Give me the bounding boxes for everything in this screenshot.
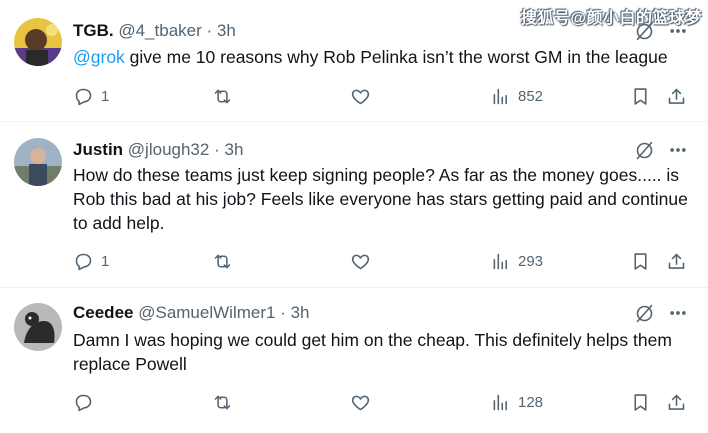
views-button[interactable]: 852 <box>490 84 543 108</box>
timestamp[interactable]: 3h <box>224 140 243 159</box>
post-top-icons <box>634 139 655 161</box>
more-icon <box>670 311 686 315</box>
post-header: Ceedee @SamuelWilmer1 · 3h <box>73 302 310 324</box>
action-bar: 1 852 <box>0 84 708 108</box>
avatar[interactable] <box>14 303 62 351</box>
timestamp[interactable]: 3h <box>217 21 236 40</box>
bookmark-button[interactable] <box>630 249 651 273</box>
reply-count: 1 <box>101 87 110 105</box>
more-icon <box>670 148 686 152</box>
views-count: 852 <box>518 87 544 105</box>
repost-icon <box>214 395 231 409</box>
share-icon <box>668 253 685 269</box>
reply-button[interactable]: 1 <box>73 249 109 273</box>
more-button[interactable] <box>668 302 688 324</box>
avatar[interactable] <box>14 138 62 186</box>
post-top-icons <box>634 20 655 42</box>
grok-icon[interactable] <box>634 303 655 324</box>
reply-button[interactable]: 1 <box>73 84 109 108</box>
views-icon <box>493 253 507 269</box>
grok-icon[interactable] <box>634 140 655 161</box>
like-button[interactable] <box>350 84 378 108</box>
display-name[interactable]: TGB. <box>73 21 114 40</box>
views-icon <box>493 394 507 410</box>
repost-button[interactable] <box>212 249 240 273</box>
action-bar: 1 293 <box>0 249 708 273</box>
avatar-image <box>14 18 62 66</box>
avatar-image <box>14 303 62 351</box>
bookmark-icon <box>634 87 647 105</box>
separator-dot: · <box>206 21 213 40</box>
user-handle[interactable]: @jlough32 <box>128 140 210 159</box>
avatar-image <box>14 138 62 186</box>
post-text: How do these teams just keep signing peo… <box>73 165 688 233</box>
bookmark-icon <box>634 252 647 270</box>
repost-icon <box>214 254 231 268</box>
post-top-icons <box>634 302 655 324</box>
reply-button[interactable] <box>73 390 101 414</box>
views-icon <box>493 88 507 104</box>
display-name[interactable]: Justin <box>73 140 123 159</box>
post-text-content: give me 10 reasons why Rob Pelinka isn’t… <box>124 47 668 67</box>
separator-dot: · <box>280 303 286 322</box>
share-button[interactable] <box>666 84 687 108</box>
more-button[interactable] <box>668 20 688 42</box>
separator-dot: · <box>214 140 220 159</box>
bookmark-button[interactable] <box>630 390 651 414</box>
repost-button[interactable] <box>212 390 240 414</box>
user-handle[interactable]: @4_tbaker <box>118 21 201 40</box>
like-button[interactable] <box>350 249 378 273</box>
timestamp[interactable]: 3h <box>291 303 310 322</box>
views-count: 128 <box>518 393 544 411</box>
heart-icon <box>351 395 370 410</box>
share-button[interactable] <box>666 249 687 273</box>
post-header: Justin @jlough32 · 3h <box>73 139 243 161</box>
bookmark-icon <box>634 393 647 411</box>
action-bar: 128 <box>0 390 708 414</box>
share-icon <box>668 394 685 410</box>
post-text: Damn I was hoping we could get him on th… <box>73 330 672 374</box>
share-button[interactable] <box>666 390 687 414</box>
post-text: @grok give me 10 reasons why Rob Pelinka… <box>73 45 693 69</box>
views-count: 293 <box>518 252 544 270</box>
more-button[interactable] <box>668 139 688 161</box>
grok-icon[interactable] <box>634 21 655 42</box>
display-name[interactable]: Ceedee <box>73 303 133 322</box>
reply-icon <box>75 394 92 411</box>
bookmark-button[interactable] <box>630 84 651 108</box>
heart-icon <box>351 89 370 104</box>
post-divider <box>0 287 708 288</box>
reply-icon <box>75 88 92 105</box>
avatar[interactable] <box>14 18 62 66</box>
repost-button[interactable] <box>212 84 240 108</box>
share-icon <box>668 88 685 104</box>
post-divider <box>0 121 708 122</box>
like-button[interactable] <box>350 390 378 414</box>
post-header: TGB. @4_tbaker · 3h <box>73 20 236 42</box>
repost-icon <box>214 89 231 103</box>
more-icon <box>670 29 686 33</box>
reply-icon <box>75 253 92 270</box>
views-button[interactable]: 293 <box>490 249 543 273</box>
views-button[interactable]: 128 <box>490 390 543 414</box>
user-handle[interactable]: @SamuelWilmer1 <box>138 303 275 322</box>
heart-icon <box>351 254 370 269</box>
mention-link[interactable]: @grok <box>73 47 125 67</box>
reply-count: 1 <box>101 252 110 270</box>
